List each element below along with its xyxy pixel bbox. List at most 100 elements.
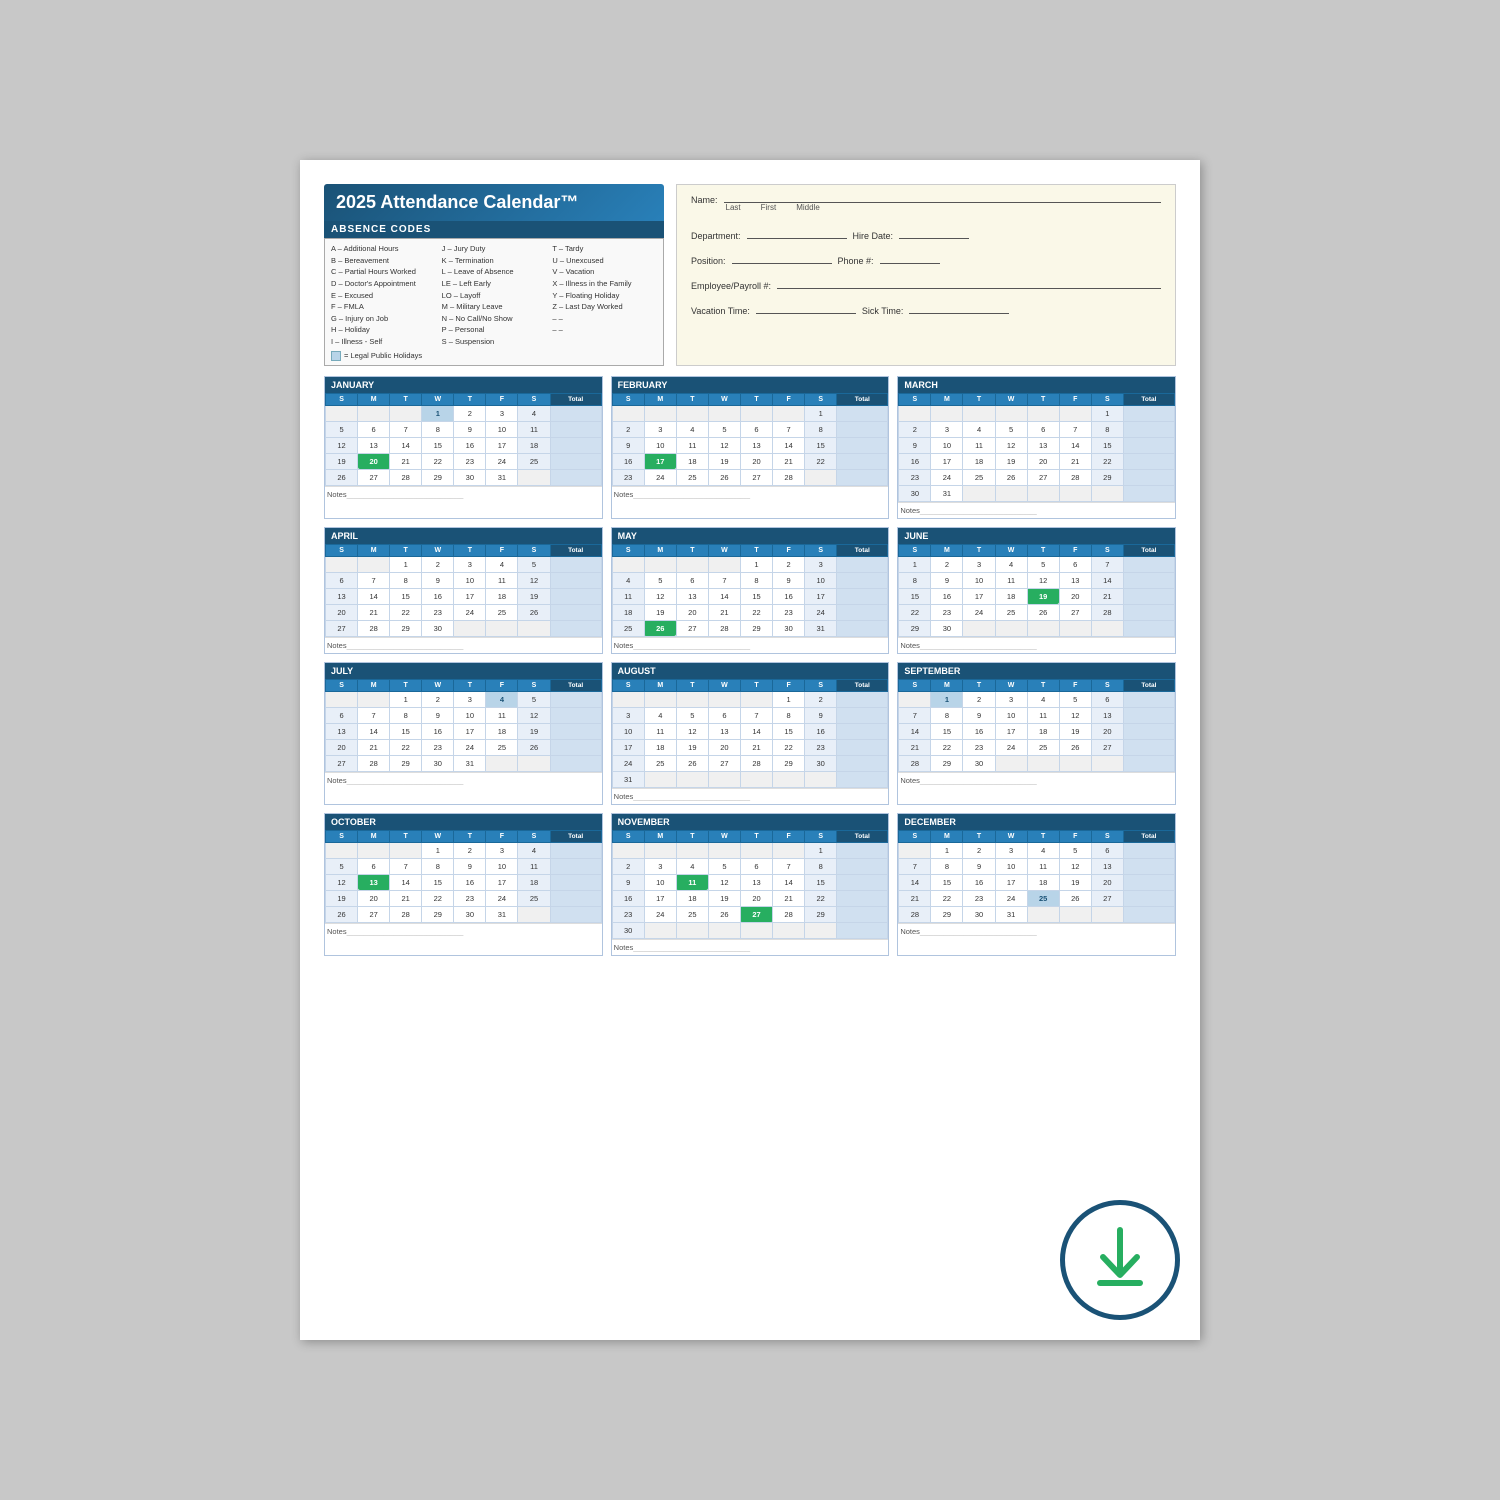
calendar-day: [1059, 906, 1091, 922]
calendar-day: [963, 485, 995, 501]
day-header-S: S: [1091, 679, 1123, 691]
calendar-table-june: SMTWTFSTotal1234567891011121314151617181…: [898, 544, 1175, 637]
calendar-day: 10: [644, 874, 676, 890]
calendar-day: 17: [805, 588, 837, 604]
day-header-S: S: [805, 830, 837, 842]
day-header-W: W: [995, 679, 1027, 691]
calendar-day: [805, 922, 837, 938]
calendar-day: 20: [358, 453, 390, 469]
day-header-M: M: [931, 830, 963, 842]
calendar-day: 28: [390, 469, 422, 485]
calendar-day: 13: [326, 723, 358, 739]
calendar-day: 12: [676, 723, 708, 739]
weekly-total: [837, 405, 888, 421]
calendar-day: 6: [358, 421, 390, 437]
calendar-day: 27: [1059, 604, 1091, 620]
calendar-day: 7: [740, 707, 772, 723]
calendar-day: 21: [740, 739, 772, 755]
calendar-day: 13: [740, 437, 772, 453]
download-circle[interactable]: [1060, 1200, 1180, 1320]
calendar-day: 12: [326, 437, 358, 453]
weekly-total: [1123, 405, 1174, 421]
calendar-day: 19: [708, 453, 740, 469]
day-header-S: S: [899, 830, 931, 842]
calendar-day: 12: [1059, 707, 1091, 723]
calendar-day: 16: [963, 723, 995, 739]
day-header-F: F: [773, 679, 805, 691]
day-header-W: W: [708, 830, 740, 842]
calendar-day: [454, 620, 486, 636]
notes-line: Notes: [898, 502, 1175, 518]
calendar-table-august: SMTWTFSTotal1234567891011121314151617181…: [612, 679, 889, 788]
calendar-table-march: SMTWTFSTotal1234567891011121314151617181…: [898, 393, 1175, 502]
codes-col-1: A – Additional HoursB – BereavementC – P…: [331, 243, 436, 348]
calendar-day: 11: [486, 707, 518, 723]
day-header-F: F: [1059, 393, 1091, 405]
calendar-day: 27: [708, 755, 740, 771]
position-underline: [732, 250, 832, 264]
day-header-Total: Total: [837, 830, 888, 842]
calendar-day: 25: [518, 890, 550, 906]
calendar-day: 17: [454, 723, 486, 739]
calendar-day: [995, 485, 1027, 501]
weekly-total: [550, 421, 601, 437]
download-overlay[interactable]: [1060, 1200, 1180, 1320]
calendar-day: 27: [740, 469, 772, 485]
weekly-total: [550, 858, 601, 874]
emp-line: Employee/Payroll #:: [691, 275, 1161, 291]
calendar-day: 17: [486, 437, 518, 453]
calendar-day: 4: [963, 421, 995, 437]
calendar-table-april: SMTWTFSTotal1234567891011121314151617181…: [325, 544, 602, 637]
calendar-day: [899, 842, 931, 858]
month-block-january: JANUARYSMTWTFSTotal123456789101112131415…: [324, 376, 603, 519]
calendar-day: 28: [358, 620, 390, 636]
calendar-day: 20: [1091, 874, 1123, 890]
calendar-day: 5: [644, 572, 676, 588]
calendar-day: 17: [995, 874, 1027, 890]
weekly-total: [1123, 620, 1174, 636]
month-block-september: SEPTEMBERSMTWTFSTotal1234567891011121314…: [897, 662, 1176, 805]
calendar-day: 23: [422, 739, 454, 755]
day-header-Total: Total: [1123, 830, 1174, 842]
weekly-total: [837, 723, 888, 739]
calendar-day: 15: [390, 588, 422, 604]
absence-code-item: F – FMLA: [331, 301, 436, 313]
calendar-day: [326, 405, 358, 421]
calendar-day: 31: [931, 485, 963, 501]
month-header-april: APRIL: [325, 528, 602, 544]
month-header-june: JUNE: [898, 528, 1175, 544]
day-header-S: S: [899, 679, 931, 691]
weekly-total: [837, 572, 888, 588]
calendar-day: 1: [805, 842, 837, 858]
calendar-day: [518, 620, 550, 636]
notes-line: Notes: [612, 486, 889, 502]
day-header-W: W: [995, 544, 1027, 556]
notes-line: Notes: [325, 772, 602, 788]
calendar-day: 2: [454, 842, 486, 858]
day-header-T: T: [740, 830, 772, 842]
day-header-T: T: [740, 544, 772, 556]
dept-line: Department: Hire Date:: [691, 225, 1161, 241]
absence-code-item: J – Jury Duty: [442, 243, 547, 255]
day-header-T: T: [1027, 830, 1059, 842]
calendar-day: 28: [740, 755, 772, 771]
calendar-day: 22: [805, 890, 837, 906]
calendar-day: 11: [1027, 858, 1059, 874]
calendar-day: 24: [486, 453, 518, 469]
calendar-day: 27: [1091, 890, 1123, 906]
calendar-day: [1091, 485, 1123, 501]
calendar-day: 24: [612, 755, 644, 771]
calendar-day: 12: [644, 588, 676, 604]
month-header-may: MAY: [612, 528, 889, 544]
weekly-total: [550, 890, 601, 906]
calendar-day: 8: [1091, 421, 1123, 437]
calendar-day: 4: [518, 842, 550, 858]
day-header-T: T: [963, 679, 995, 691]
calendar-day: 16: [612, 453, 644, 469]
day-header-T: T: [454, 679, 486, 691]
weekly-total: [1123, 874, 1174, 890]
calendar-day: 12: [518, 572, 550, 588]
calendar-day: 27: [1091, 739, 1123, 755]
weekly-total: [1123, 906, 1174, 922]
calendar-day: 5: [708, 858, 740, 874]
